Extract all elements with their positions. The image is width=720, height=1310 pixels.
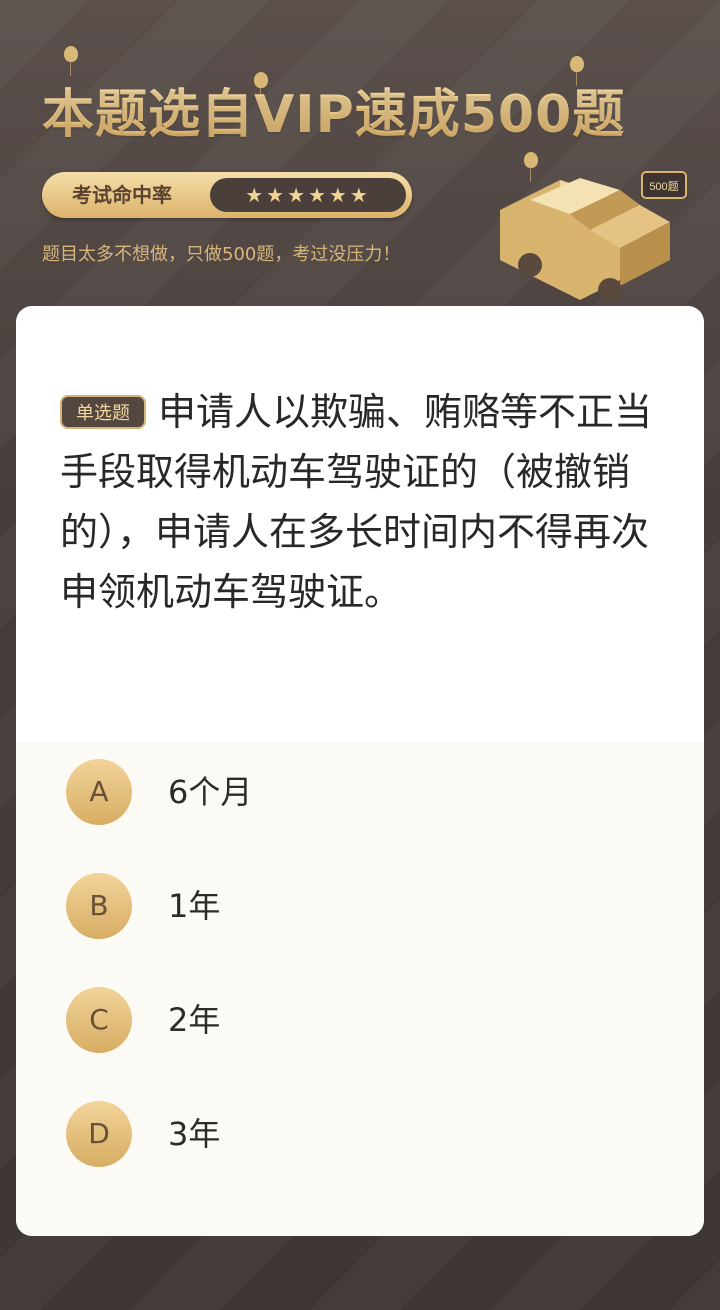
question-block: 单选题 申请人以欺骗、贿赂等不正当手段取得机动车驾驶证的（被撤销的），申请人在多长… (60, 382, 660, 622)
page-title: 本题选自VIP速成500题 (42, 72, 625, 147)
hit-rate-pill: 考试命中率 ★★★★★★ (42, 172, 412, 218)
option-text: 2年 (168, 1001, 221, 1039)
car-badge-label: 500题 (649, 180, 678, 193)
option-a[interactable]: A 6个月 (16, 742, 704, 842)
option-text: 1年 (168, 887, 221, 925)
option-text: 6个月 (168, 773, 253, 811)
option-d[interactable]: D 3年 (16, 1084, 704, 1184)
balloon-icon (64, 46, 78, 76)
option-letter-badge: B (66, 873, 132, 939)
options-list: A 6个月 B 1年 C 2年 D 3年 (16, 742, 704, 1236)
option-text: 3年 (168, 1115, 221, 1153)
option-letter-badge: A (66, 759, 132, 825)
header-subtitle: 题目太多不想做，只做500题，考过没压力！ (42, 244, 401, 265)
option-letter-badge: C (66, 987, 132, 1053)
question-type-badge: 单选题 (60, 395, 146, 429)
car-illustration-icon: 500题 (500, 171, 687, 302)
hit-rate-label: 考试命中率 (72, 183, 172, 207)
option-letter-badge: D (66, 1101, 132, 1167)
question-text-container: 单选题 申请人以欺骗、贿赂等不正当手段取得机动车驾驶证的（被撤销的），申请人在多长… (60, 382, 660, 622)
hit-rate-stars: ★★★★★★ (210, 178, 406, 212)
question-card: 单选题 申请人以欺骗、贿赂等不正当手段取得机动车驾驶证的（被撤销的），申请人在多长… (16, 306, 704, 1236)
option-c[interactable]: C 2年 (16, 970, 704, 1070)
balloon-icon (570, 56, 584, 86)
question-text: 申请人以欺骗、贿赂等不正当手段取得机动车驾驶证的（被撤销的），申请人在多长时间内… (60, 390, 653, 614)
vip-header: 本题选自VIP速成500题 考试命中率 ★★★★★★ 题目太多不想做，只做500… (0, 0, 720, 310)
option-b[interactable]: B 1年 (16, 856, 704, 956)
